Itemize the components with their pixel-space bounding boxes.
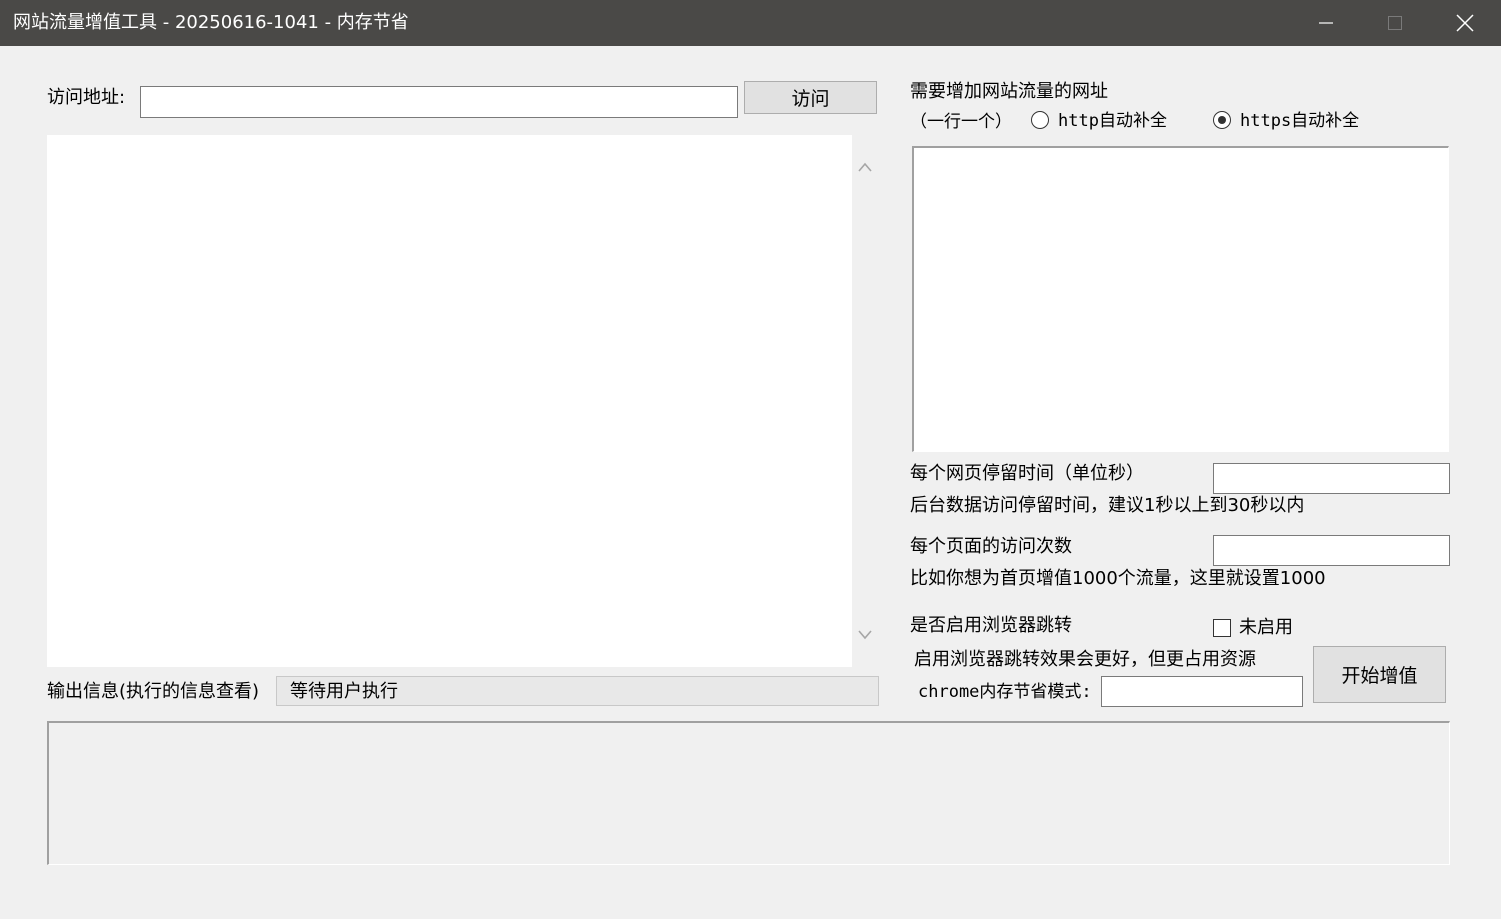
stay-time-note: 后台数据访问停留时间，建议1秒以上到30秒以内: [910, 495, 1305, 516]
radio-http-label: http自动补全: [1058, 111, 1167, 131]
urls-hint: （一行一个）: [910, 112, 1012, 132]
start-button[interactable]: 开始增值: [1313, 646, 1446, 703]
urls-textarea[interactable]: [912, 146, 1449, 452]
scroll-up-icon[interactable]: [858, 161, 872, 173]
chrome-mode-label: chrome内存节省模式:: [918, 682, 1092, 702]
chrome-mode-input[interactable]: [1101, 676, 1303, 707]
radio-selected-dot: [1218, 116, 1226, 124]
title-bar[interactable]: 网站流量增值工具 - 20250616-1041 - 内存节省: [0, 0, 1501, 46]
radio-https-button[interactable]: [1213, 111, 1231, 129]
browser-jump-checkbox-label: 未启用: [1239, 617, 1293, 638]
visit-address-label: 访问地址:: [47, 87, 126, 108]
output-label: 输出信息(执行的信息查看): [47, 681, 260, 702]
close-button[interactable]: [1442, 0, 1488, 46]
status-text: 等待用户执行: [290, 681, 398, 702]
maximize-icon: [1388, 16, 1402, 30]
start-button-label: 开始增值: [1341, 665, 1418, 687]
browser-jump-label: 是否启用浏览器跳转: [910, 615, 1072, 636]
scroll-down-icon[interactable]: [858, 629, 872, 641]
visit-button[interactable]: 访问: [744, 81, 877, 114]
stay-time-label: 每个网页停留时间（单位秒）: [910, 463, 1144, 484]
close-icon: [1456, 14, 1474, 32]
radio-https-label: https自动补全: [1240, 111, 1360, 131]
vertical-scrollbar[interactable]: [852, 135, 877, 667]
urls-heading: 需要增加网站流量的网址: [910, 81, 1108, 102]
window-title: 网站流量增值工具 - 20250616-1041 - 内存节省: [13, 12, 409, 33]
output-log[interactable]: [47, 721, 1450, 865]
stay-time-input[interactable]: [1213, 463, 1450, 494]
visit-address-input[interactable]: [140, 86, 738, 118]
visit-count-input[interactable]: [1213, 535, 1450, 566]
status-bar: 等待用户执行: [276, 676, 879, 706]
maximize-button: [1372, 0, 1418, 46]
browser-jump-checkbox[interactable]: [1213, 619, 1231, 637]
visit-count-label: 每个页面的访问次数: [910, 536, 1072, 557]
radio-http-button[interactable]: [1031, 111, 1049, 129]
browser-view[interactable]: [47, 135, 877, 667]
minimize-icon: [1319, 22, 1333, 24]
visit-button-label: 访问: [791, 88, 830, 110]
minimize-button[interactable]: [1303, 0, 1349, 46]
browser-jump-note: 启用浏览器跳转效果会更好，但更占用资源: [914, 649, 1256, 670]
visit-count-note: 比如你想为首页增值1000个流量，这里就设置1000: [910, 568, 1326, 589]
